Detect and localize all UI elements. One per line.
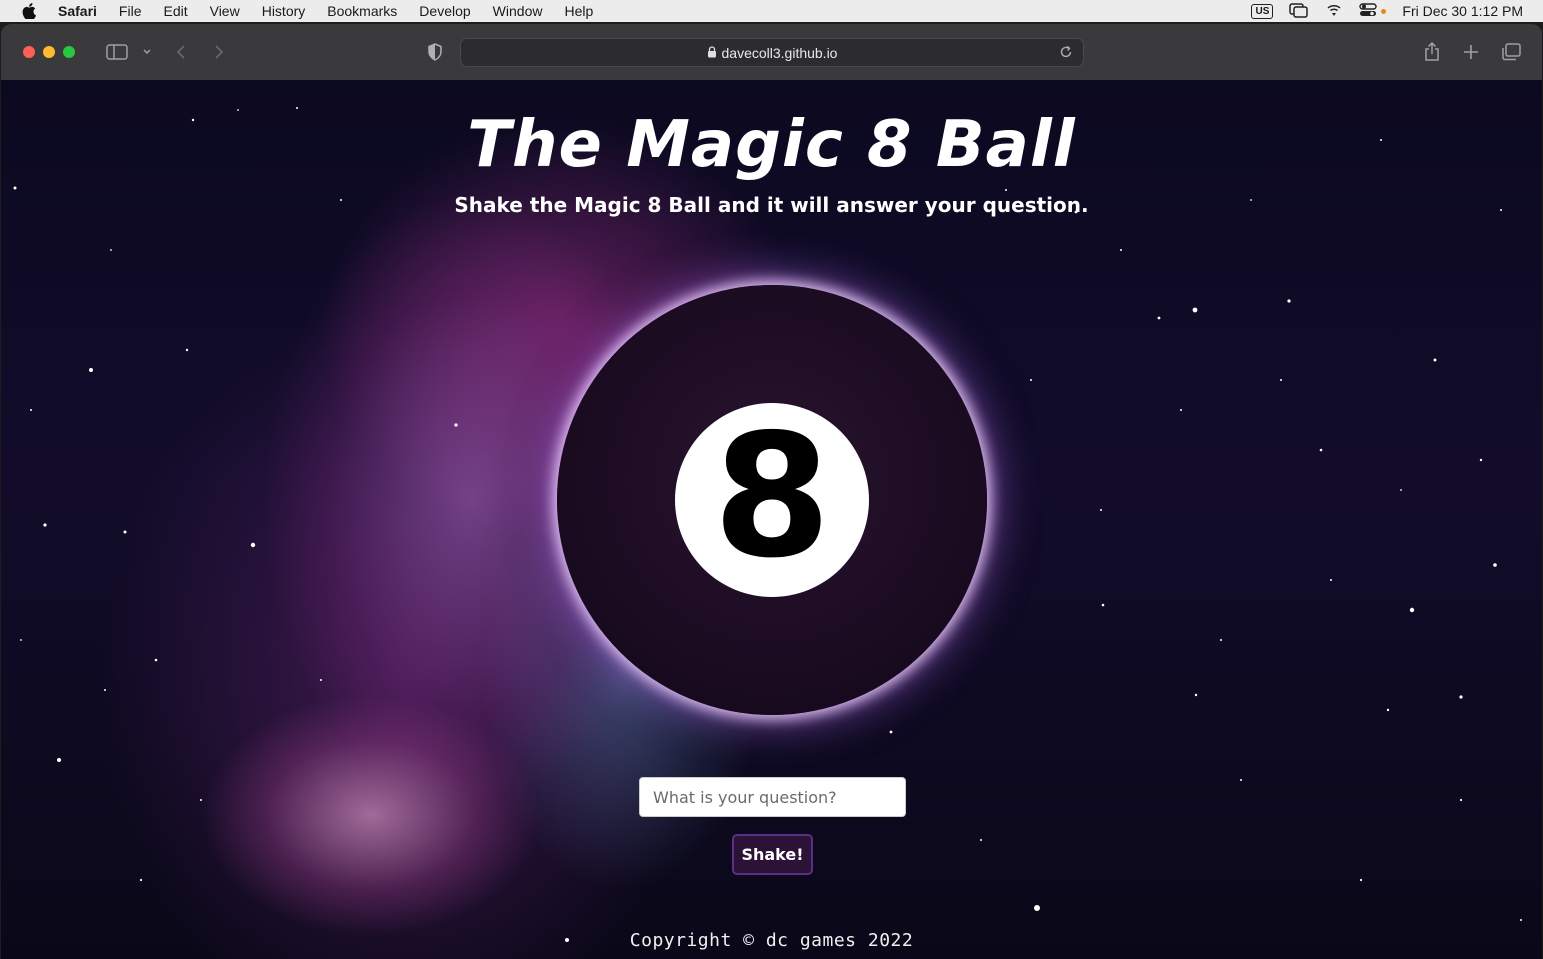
control-center-icon[interactable] — [1359, 2, 1378, 21]
menu-view[interactable]: View — [210, 3, 240, 19]
lock-icon — [707, 45, 717, 61]
page-subtitle: Shake the Magic 8 Ball and it will answe… — [454, 193, 1089, 217]
menu-file[interactable]: File — [119, 3, 142, 19]
sidebar-toggle-icon[interactable] — [106, 42, 128, 62]
back-icon[interactable] — [176, 42, 186, 62]
apple-icon[interactable] — [22, 3, 38, 19]
browser-toolbar: davecoll3.github.io — [1, 24, 1542, 80]
share-icon[interactable] — [1423, 42, 1441, 62]
menu-develop[interactable]: Develop — [419, 3, 470, 19]
menubar-clock[interactable]: Fri Dec 30 1:12 PM — [1402, 3, 1523, 19]
window-minimize-button[interactable] — [43, 46, 55, 58]
mic-indicator-dot — [1381, 8, 1387, 14]
ball-face: 8 — [675, 403, 869, 597]
menu-edit[interactable]: Edit — [163, 3, 187, 19]
forward-icon[interactable] — [214, 42, 224, 62]
menu-help[interactable]: Help — [564, 3, 593, 19]
input-source-badge[interactable]: US — [1251, 3, 1274, 19]
ball-number: 8 — [712, 398, 832, 596]
wifi-icon[interactable] — [1325, 2, 1343, 21]
screen-mirroring-icon[interactable] — [1289, 2, 1309, 21]
privacy-shield-icon[interactable] — [427, 42, 443, 62]
window-close-button[interactable] — [23, 46, 35, 58]
menu-extras: US Fri Dec 30 1:12 PM — [1251, 0, 1523, 22]
menu-app-safari[interactable]: Safari — [58, 3, 97, 19]
question-input[interactable] — [639, 777, 906, 817]
browser-window: davecoll3.github.io The Magic 8 Ball Sha… — [1, 24, 1542, 959]
menu-window[interactable]: Window — [493, 3, 543, 19]
url-display[interactable]: davecoll3.github.io — [461, 39, 1083, 66]
address-bar[interactable]: davecoll3.github.io — [460, 38, 1084, 67]
window-maximize-button[interactable] — [63, 46, 75, 58]
menu-history[interactable]: History — [262, 3, 306, 19]
chevron-down-icon[interactable] — [142, 42, 152, 62]
copyright-footer: Copyright © dc games 2022 — [629, 930, 914, 951]
page-content: The Magic 8 Ball Shake the Magic 8 Ball … — [1, 80, 1542, 959]
shake-button[interactable]: Shake! — [732, 834, 813, 875]
url-text: davecoll3.github.io — [721, 44, 838, 61]
menu-bar: Safari File Edit View History Bookmarks … — [0, 0, 1543, 22]
new-tab-icon[interactable] — [1463, 42, 1479, 62]
page-title: The Magic 8 Ball — [467, 108, 1076, 182]
tab-overview-icon[interactable] — [1501, 42, 1521, 62]
reload-icon[interactable] — [1059, 45, 1073, 64]
menu-bookmarks[interactable]: Bookmarks — [327, 3, 397, 19]
